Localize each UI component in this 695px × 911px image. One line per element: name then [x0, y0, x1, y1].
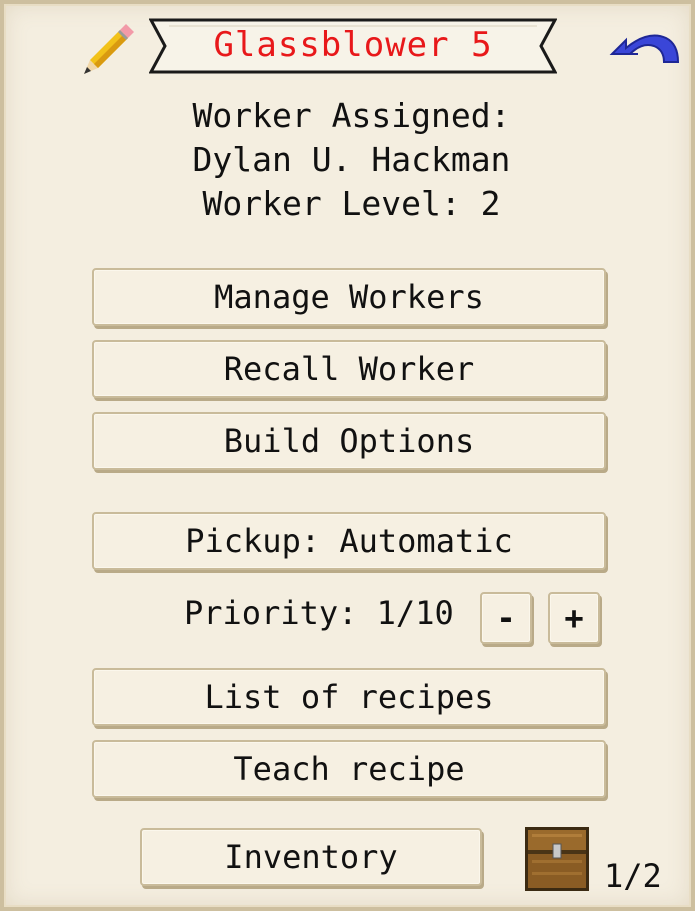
teach-recipe-button[interactable]: Teach recipe [92, 740, 606, 798]
plus-label: + [564, 599, 584, 637]
worker-info: Worker Assigned: Dylan U. Hackman Worker… [4, 94, 695, 226]
priority-increase-button[interactable]: + [548, 592, 600, 644]
priority-label: Priority: 1/10 [184, 594, 454, 632]
pencil-icon[interactable] [80, 22, 136, 78]
manage-workers-label: Manage Workers [214, 278, 484, 316]
worker-assigned-label: Worker Assigned: [192, 96, 511, 135]
build-options-button[interactable]: Build Options [92, 412, 606, 470]
list-recipes-label: List of recipes [204, 678, 494, 716]
worker-level: Worker Level: 2 [202, 184, 501, 223]
worker-name: Dylan U. Hackman [192, 140, 511, 179]
list-recipes-button[interactable]: List of recipes [92, 668, 606, 726]
inventory-label: Inventory [224, 838, 398, 876]
pickup-label: Pickup: Automatic [185, 522, 513, 560]
title-banner: Glassblower 5 [149, 18, 557, 74]
page-title: Glassblower 5 [213, 25, 493, 65]
build-options-label: Build Options [223, 422, 475, 460]
teach-recipe-label: Teach recipe [233, 750, 465, 788]
recall-worker-button[interactable]: Recall Worker [92, 340, 606, 398]
inventory-button[interactable]: Inventory [140, 828, 482, 886]
curved-arrow-icon[interactable] [608, 24, 682, 68]
chest-icon[interactable] [524, 826, 590, 892]
minus-label: - [496, 599, 516, 637]
recall-worker-label: Recall Worker [223, 350, 475, 388]
manage-workers-button[interactable]: Manage Workers [92, 268, 606, 326]
page-indicator: 1/2 [604, 857, 662, 895]
building-panel: Glassblower 5 Worker Assigned: Dylan U. … [0, 0, 695, 911]
priority-decrease-button[interactable]: - [480, 592, 532, 644]
pickup-button[interactable]: Pickup: Automatic [92, 512, 606, 570]
